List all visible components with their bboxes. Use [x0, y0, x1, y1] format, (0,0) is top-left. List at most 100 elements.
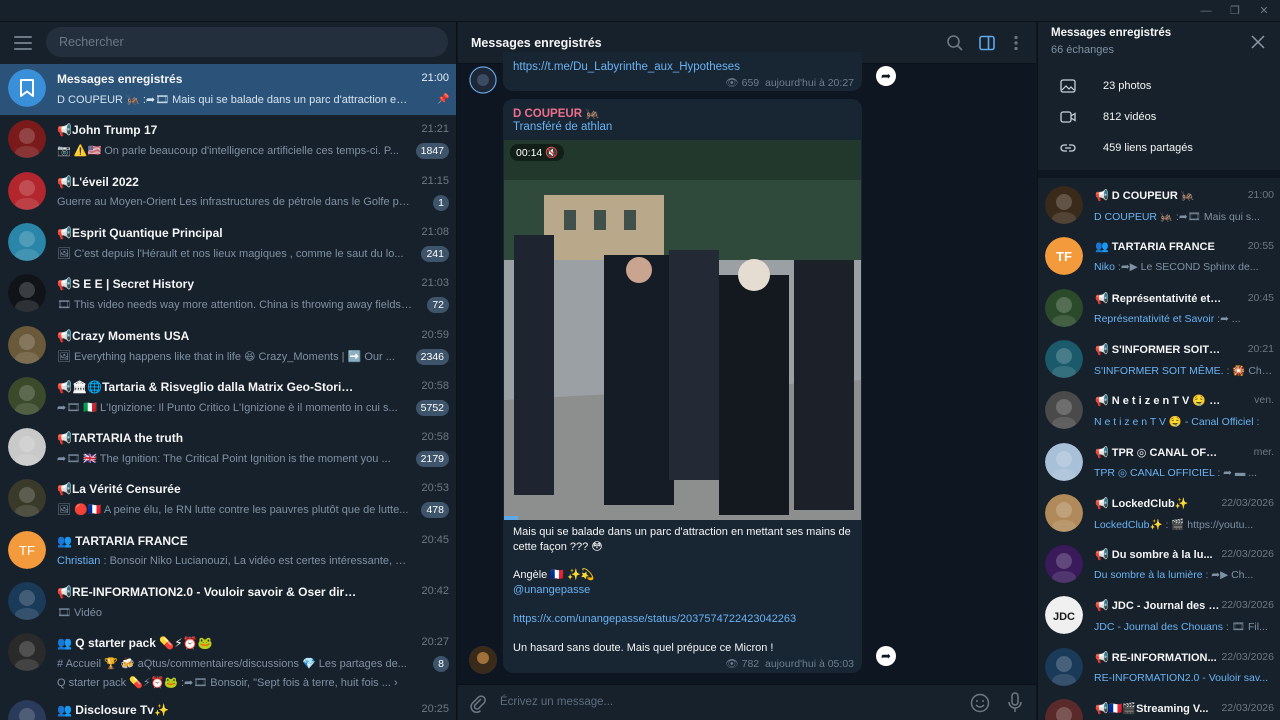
saved-from-time: 22/03/2026: [1221, 599, 1274, 612]
message-text-2: Angèle 🇫🇷 ✨💫: [513, 569, 595, 581]
more-icon[interactable]: [1006, 33, 1026, 53]
media-videos[interactable]: 812 vidéos: [1038, 103, 1280, 133]
message-bubble: https://t.me/Du_Labyrinthe_aux_Hypothese…: [503, 52, 862, 91]
saved-from-item[interactable]: 📢🇫🇷🎬Streaming V... 22/03/2026: [1038, 693, 1280, 720]
saved-from-preview: TPR ◎ CANAL OFFICIEL : ➦ ▬ ...: [1094, 467, 1274, 479]
conversation-title: Messages enregistrés: [471, 36, 602, 50]
sender-avatar[interactable]: [469, 66, 497, 94]
unread-badge: 2179: [415, 451, 449, 468]
close-icon[interactable]: [1251, 35, 1265, 49]
saved-from-sender: Représentativité et Savoir: [1094, 312, 1215, 325]
chat-item[interactable]: 👥 Disclosure Tv✨ 20:25: [0, 695, 456, 720]
saved-from-sender: RE-INFORMATION2.0 - Vouloir sav...: [1094, 671, 1269, 684]
saved-from-item[interactable]: 📢 Représentativité et Savoir 20:45 Représe…: [1038, 283, 1280, 334]
avatar: TF: [8, 530, 46, 569]
avatar: [8, 120, 46, 159]
forward-button-2[interactable]: ➦: [876, 646, 896, 666]
info-subtitle: 66 échanges: [1051, 44, 1114, 56]
chat-preview-text: : Bonsoir Niko Lucianouzi, La vidéo est …: [100, 554, 412, 567]
window-titlebar: — ❐ ✕: [0, 0, 1280, 22]
chat-item[interactable]: 📢🏛🌐Tartaria & Risveglio dalla Matrix Geo…: [0, 372, 456, 423]
chat-preview: 🖼 C'est depuis l'Hérault et nos lieux ma…: [57, 247, 404, 260]
message-input[interactable]: Écrivez un message...: [500, 696, 613, 708]
minimize-button[interactable]: —: [1193, 3, 1219, 19]
saved-from-name: 📢 S'INFORMER SOIT MÊME.: [1095, 343, 1223, 356]
chat-time: 20:27: [421, 636, 449, 649]
avatar: [1045, 339, 1083, 378]
message-handle[interactable]: @unangepasse: [513, 584, 590, 596]
media-links[interactable]: 459 liens partagés: [1038, 134, 1280, 164]
chat-time: 20:53: [421, 482, 449, 495]
saved-from-item[interactable]: 📢 TPR ◎ CANAL OFFICIEL mer. TPR ◎ CANAL OF…: [1038, 437, 1280, 488]
chat-name: 📢John Trump 17: [57, 123, 158, 138]
saved-from-sender: S'INFORMER SOIT MÊME.: [1094, 364, 1224, 377]
chat-item[interactable]: 👥 Q starter pack 💊⚡⏰🐸 20:27 # Accueil 🏆 🍻 …: [0, 628, 456, 694]
chat-item[interactable]: 📢Crazy Moments USA 20:59 🖼 Everything happ…: [0, 321, 456, 372]
chat-item[interactable]: 📢John Trump 17 21:21 📷 ⚠️🇺🇸 On parle beauc…: [0, 115, 456, 166]
saved-from-time: 20:45: [1247, 291, 1274, 304]
unread-badge: 72: [427, 297, 449, 314]
chat-item[interactable]: TF 👥 TARTARIA FRANCE 20:45 Christian : Bons…: [0, 526, 456, 577]
chat-item[interactable]: 📢Esprit Quantique Principal 21:08 🖼 C'est …: [0, 218, 456, 269]
media-photos-label: 23 photos: [1103, 80, 1152, 92]
search-input[interactable]: Rechercher: [46, 27, 448, 57]
chat-item[interactable]: 📢TARTARIA the truth 20:58 ➦🎞 🇬🇧 The Igniti…: [0, 423, 456, 474]
saved-from-preview: JDC - Journal des Chouans : 🎞 Fil...: [1094, 620, 1274, 633]
chat-name: 📢L'éveil 2022: [57, 174, 139, 189]
emoji-icon[interactable]: [969, 692, 991, 714]
video-player[interactable]: 00:14 🔇: [504, 140, 861, 520]
saved-from-sender: Niko: [1094, 261, 1116, 274]
forwarded-from[interactable]: Transféré de athlan: [513, 121, 612, 133]
media-links-label: 459 liens partagés: [1103, 142, 1193, 154]
microphone-icon[interactable]: [1007, 691, 1023, 715]
saved-from-item[interactable]: 📢 Du sombre à la lu... 22/03/2026 Du sombr…: [1038, 539, 1280, 590]
sender-avatar-2[interactable]: [469, 646, 497, 674]
saved-from-time: 20:55: [1247, 240, 1274, 253]
saved-from-item[interactable]: JDC 📢 JDC - Journal des C... 22/03/2026 JDC…: [1038, 590, 1280, 641]
search-icon[interactable]: [945, 33, 965, 53]
restore-button[interactable]: ❐: [1222, 3, 1248, 19]
sidebar-toggle-icon[interactable]: [977, 33, 997, 53]
unread-badge: 2346: [415, 348, 449, 365]
avatar: [1045, 647, 1083, 686]
chat-item[interactable]: 📢L'éveil 2022 21:15 Guerre au Moyen-Orient…: [0, 167, 456, 218]
saved-from-sender: N e t i z e n T V 🤤 - Canal Officiel: [1094, 416, 1254, 429]
forward-button[interactable]: ➦: [876, 66, 896, 86]
saved-from-item[interactable]: 📢 D COUPEUR 🦗 21:00 D COUPEUR 🦗 :➦🎞 Mais q…: [1038, 180, 1280, 231]
chat-name: 📢Crazy Moments USA: [57, 328, 190, 343]
avatar: [8, 222, 46, 261]
saved-from-time: 22/03/2026: [1221, 496, 1274, 509]
saved-from-name: 📢 TPR ◎ CANAL OFFICIEL: [1095, 446, 1223, 459]
media-photos[interactable]: 23 photos: [1038, 72, 1280, 102]
message-author[interactable]: D COUPEUR 🦗: [513, 106, 600, 120]
saved-from-item[interactable]: TF 👥 TARTARIA FRANCE 20:55 Niko :➦▶ Le SECO…: [1038, 231, 1280, 282]
chat-item[interactable]: 📢S E E | Secret History 21:03 🎞 This video…: [0, 269, 456, 320]
saved-from-text: : ➦ ▬ ...: [1214, 466, 1258, 479]
muted-icon[interactable]: 🔇: [545, 147, 558, 159]
chat-preview: 🎞 This video needs way more attention. C…: [57, 299, 412, 312]
post-view-count: 782: [741, 658, 760, 670]
saved-from-item[interactable]: 📢 N e t i z e n T V 🤤 - Canal...ven.N e …: [1038, 385, 1280, 436]
avatar: [8, 274, 46, 313]
saved-from-sender: Du sombre à la lumière: [1094, 569, 1203, 582]
message-link[interactable]: https://t.me/Du_Labyrinthe_aux_Hypothese…: [513, 61, 740, 73]
message-link-x[interactable]: https://x.com/unangepasse/status/2037574…: [513, 613, 796, 625]
attach-icon[interactable]: [469, 693, 487, 713]
chat-preview: 🖼 Everything happens like that in life 😆…: [57, 350, 395, 363]
saved-from-item[interactable]: 📢 S'INFORMER SOIT MÊME. 20:21 S'INFORMER S…: [1038, 334, 1280, 385]
close-window-button[interactable]: ✕: [1251, 3, 1277, 19]
saved-from-item[interactable]: 📢 LockedClub✨ 22/03/2026 LockedClub✨ : 🎬 h…: [1038, 488, 1280, 539]
menu-icon[interactable]: [14, 36, 32, 50]
chat-item[interactable]: Messages enregistrés 21:00 D COUPEUR 🦗 :➦🎞…: [0, 64, 456, 115]
saved-from-name: 📢 LockedClub✨: [1095, 497, 1189, 510]
saved-from-time: 20:21: [1247, 342, 1274, 355]
saved-from-name: 📢 Du sombre à la lu...: [1095, 549, 1213, 562]
chat-name: 👥 Disclosure Tv✨: [57, 702, 169, 717]
chat-item[interactable]: 📢RE-INFORMATION2.0 - Vouloir savoir & Os…: [0, 577, 456, 628]
saved-from-item[interactable]: 📢 RE-INFORMATION... 22/03/2026 RE-INFORMAT…: [1038, 642, 1280, 693]
chat-item[interactable]: 📢La Vérité Censurée 20:53 🖼 🔴🇫🇷 A peine él…: [0, 474, 456, 525]
saved-from-text: :: [1253, 416, 1260, 429]
chat-preview: ➦🎞 🇮🇹 L'Ignizione: Il Punto Critico L'Ig…: [57, 401, 398, 414]
chat-time: 21:03: [421, 277, 449, 290]
avatar: TF: [1045, 237, 1083, 276]
